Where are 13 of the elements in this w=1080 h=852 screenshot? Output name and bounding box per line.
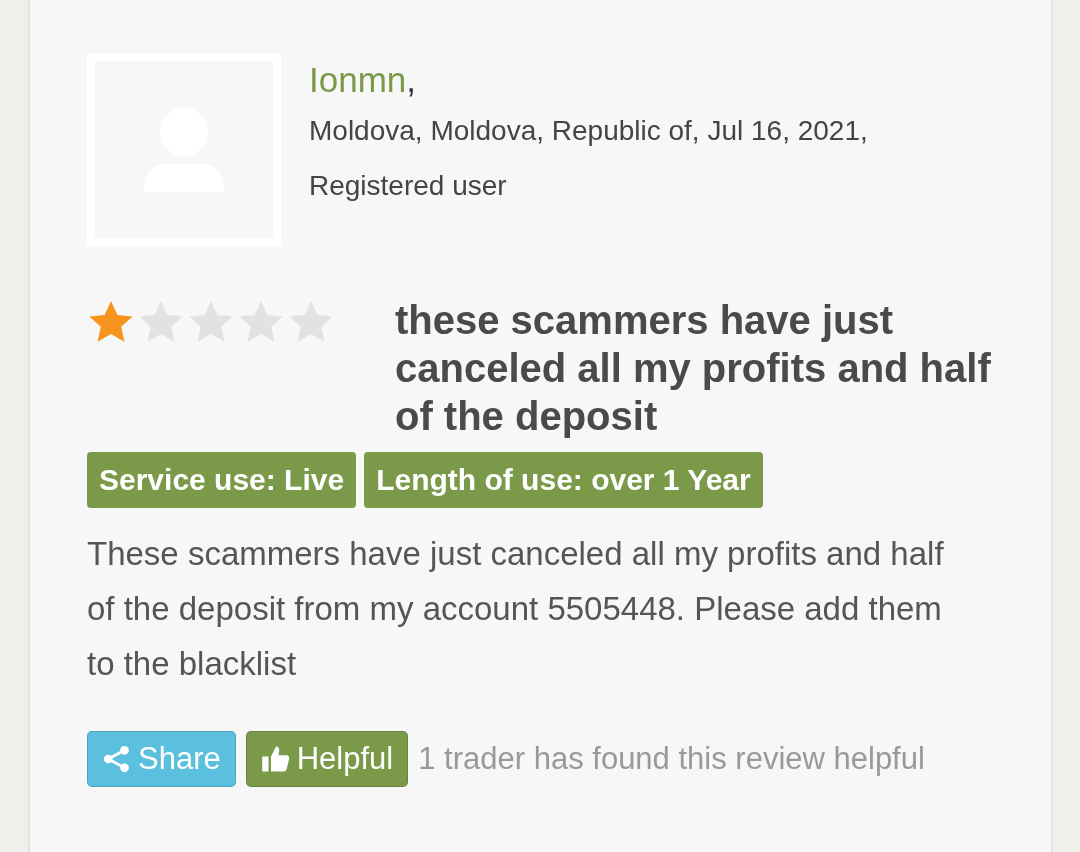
meta-text: Registered user [309, 169, 508, 203]
helpful-button[interactable]: Helpful [245, 731, 409, 787]
meta-text: Moldova, Moldova, Republic of, Jul 16, 2021, [309, 114, 868, 148]
share-icon [102, 744, 132, 774]
thumbs-up-icon [260, 744, 291, 774]
share-button[interactable]: Share [87, 731, 236, 787]
tag-label: Length of use: over 1 Year [364, 452, 763, 508]
separator-text: , [406, 60, 416, 99]
author-name[interactable]: Ionmn [309, 60, 407, 99]
review-text: These scammers have just canceled all my profits and half of the deposit from my account 5505448. Please add them to the blacklist [87, 534, 945, 684]
tag-label: Service use: Live [87, 452, 357, 508]
review-title: these scammers have just canceled all my profits and half of the deposit [395, 297, 992, 440]
helpful-count: 1 trader has found this review helpful [418, 741, 925, 777]
